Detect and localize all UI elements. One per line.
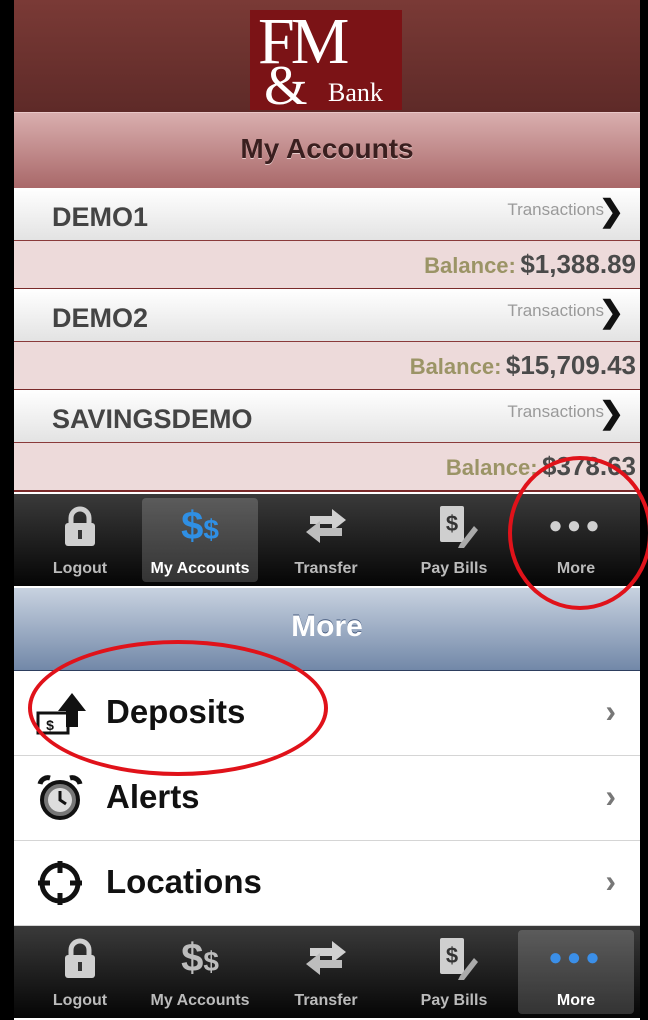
chevron-right-icon: › — [605, 863, 616, 899]
tab-label: More — [556, 560, 596, 577]
tab-transfer[interactable]: Transfer — [268, 498, 384, 582]
list-item-deposits[interactable]: $ Deposits › — [14, 671, 640, 756]
tab-more[interactable]: ●●● More — [518, 930, 634, 1014]
account-row[interactable]: DEMO1 Transactions ❯ Balance: $1,388.89 — [14, 188, 640, 290]
tab-my-accounts[interactable]: $$ My Accounts — [142, 930, 258, 1014]
tab-label: My Accounts — [150, 992, 250, 1009]
alarm-clock-icon — [36, 774, 88, 822]
bank-header: FM & Bank — [14, 0, 640, 117]
account-name: DEMO1 — [52, 202, 149, 232]
transfer-arrows-icon — [268, 504, 384, 548]
top-tab-bar: Logout $$ My Accounts Transfer $ Pay Bil… — [14, 494, 640, 586]
tab-pay-bills[interactable]: $ Pay Bills — [396, 498, 512, 582]
svg-text:$: $ — [446, 943, 458, 968]
crosshair-icon — [36, 859, 88, 907]
pay-bills-icon: $ — [396, 936, 512, 980]
balance-label: Balance: — [424, 253, 516, 278]
tab-label: Logout — [52, 992, 108, 1009]
tab-label: Pay Bills — [420, 560, 488, 577]
more-dots-icon: ●●● — [548, 944, 604, 971]
tab-more[interactable]: ●●● More — [518, 498, 634, 582]
transfer-arrows-icon — [268, 936, 384, 980]
more-title-bar: More — [14, 588, 640, 671]
bottom-tab-bar: Logout $$ My Accounts Transfer $ Pay Bil… — [14, 926, 640, 1018]
tab-pay-bills[interactable]: $ Pay Bills — [396, 930, 512, 1014]
transactions-link[interactable]: Transactions — [507, 301, 604, 321]
balance-line: Balance: $15,709.43 — [410, 350, 636, 381]
tab-label: Transfer — [294, 992, 358, 1009]
tab-transfer[interactable]: Transfer — [268, 930, 384, 1014]
lock-icon — [22, 936, 138, 980]
list-item-alerts[interactable]: Alerts › — [14, 756, 640, 841]
balance-line: Balance: $1,388.89 — [424, 249, 636, 280]
chevron-right-icon[interactable]: ❯ — [599, 295, 624, 330]
dollar-icon: $$ — [181, 504, 219, 548]
balance-label: Balance: — [409, 354, 502, 379]
app-screenshot-frame: FM & Bank My Accounts DEMO1 Transactions… — [14, 0, 640, 1020]
chevron-right-icon: › — [605, 778, 616, 814]
list-item-label: Alerts — [106, 778, 200, 815]
page-title: My Accounts — [240, 133, 414, 164]
account-name: SAVINGSDEMO — [52, 404, 253, 434]
lock-icon — [22, 504, 138, 548]
account-row[interactable]: DEMO2 Transactions ❯ Balance: $15,709.43 — [14, 289, 640, 391]
account-row[interactable]: SAVINGSDEMO Transactions ❯ Balance: $378… — [14, 390, 640, 492]
svg-text:$: $ — [446, 511, 458, 536]
chevron-right-icon[interactable]: ❯ — [599, 194, 624, 229]
deposit-upload-icon: $ — [36, 689, 88, 737]
balance-value: $378.63 — [542, 451, 636, 481]
tab-my-accounts[interactable]: $$ My Accounts — [142, 498, 258, 582]
balance-label: Balance: — [445, 455, 538, 480]
balance-value: $1,388.89 — [520, 249, 636, 279]
svg-text:$: $ — [46, 717, 54, 733]
tab-label: Transfer — [294, 560, 358, 577]
chevron-right-icon[interactable]: ❯ — [599, 396, 624, 431]
pay-bills-icon: $ — [396, 504, 512, 548]
page-title: More — [291, 610, 363, 643]
bank-logo: FM & Bank — [250, 5, 402, 117]
tab-logout[interactable]: Logout — [22, 930, 138, 1014]
chevron-right-icon: › — [605, 693, 616, 729]
transactions-link[interactable]: Transactions — [507, 402, 604, 422]
tab-label: My Accounts — [150, 560, 250, 577]
list-item-label: Deposits — [106, 693, 246, 730]
tab-label: Logout — [52, 560, 108, 577]
balance-value: $15,709.43 — [505, 350, 636, 380]
list-item-locations[interactable]: Locations › — [14, 841, 640, 926]
transactions-link[interactable]: Transactions — [507, 200, 604, 220]
balance-line: Balance: $378.63 — [446, 451, 636, 482]
my-accounts-title-bar: My Accounts — [14, 112, 640, 189]
account-name: DEMO2 — [52, 303, 149, 333]
dollar-icon: $$ — [181, 936, 219, 980]
list-item-label: Locations — [106, 863, 262, 900]
more-dots-icon: ●●● — [548, 512, 604, 539]
tab-label: Pay Bills — [420, 992, 488, 1009]
tab-logout[interactable]: Logout — [22, 498, 138, 582]
tab-label: More — [556, 992, 596, 1009]
